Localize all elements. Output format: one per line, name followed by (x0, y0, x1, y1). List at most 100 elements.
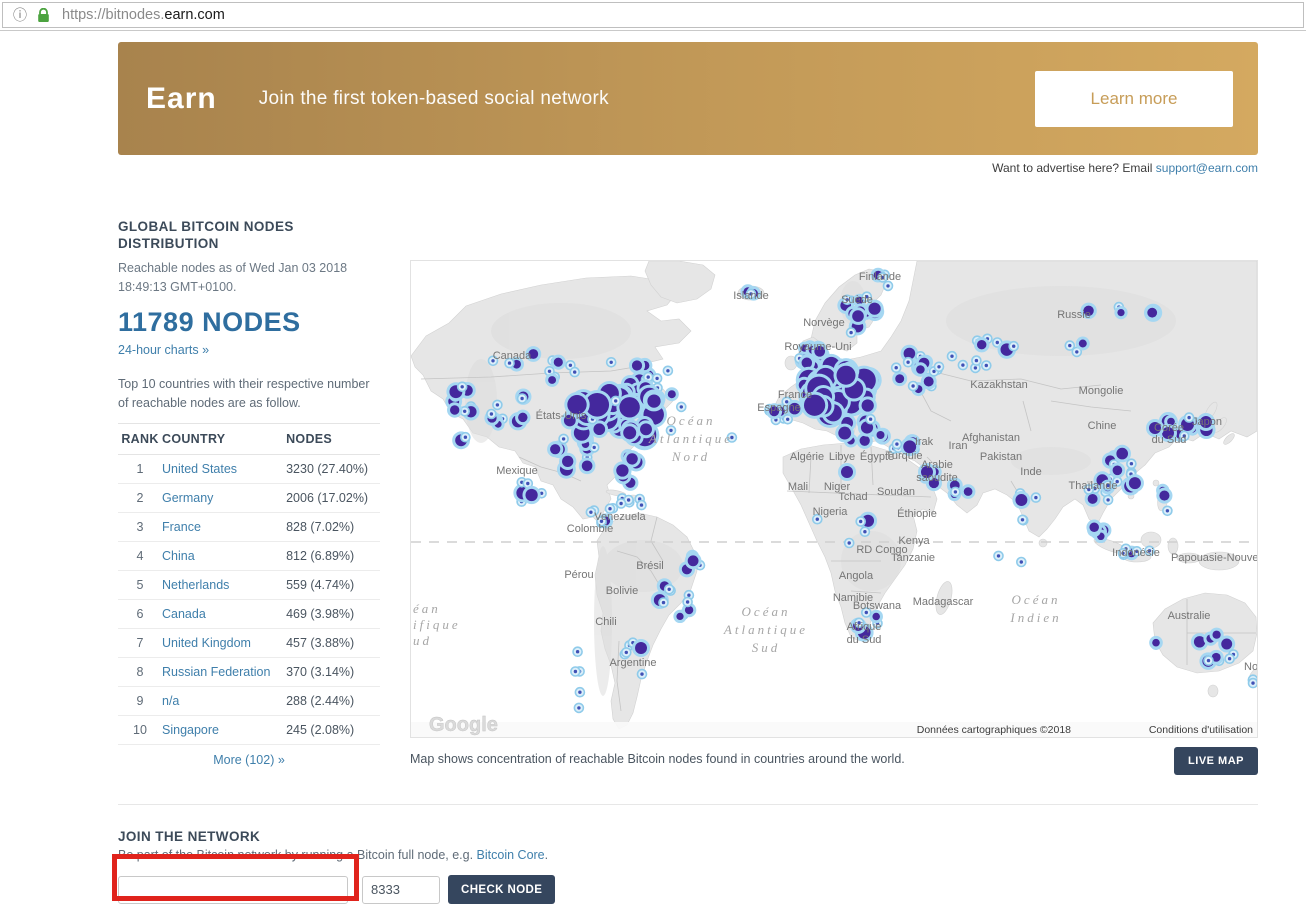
svg-text:Égypte: Égypte (860, 450, 894, 463)
svg-text:Atlantique: Atlantique (648, 431, 733, 446)
bitcoin-core-link[interactable]: Bitcoin Core (477, 848, 545, 862)
table-header-country: COUNTRY (162, 424, 286, 455)
svg-text:Chili: Chili (595, 616, 616, 628)
check-node-button[interactable]: CHECK NODE (448, 875, 555, 904)
svg-text:Nord: Nord (671, 449, 710, 464)
svg-text:Pérou: Pérou (564, 569, 593, 581)
join-network-subtitle: Be part of the Bitcoin network by runnin… (118, 848, 1258, 862)
rank-cell: 10 (118, 716, 162, 745)
svg-text:Kazakhstan: Kazakhstan (970, 379, 1027, 391)
url-bar[interactable]: ⓘ https://bitnodes.earn.com (2, 2, 1304, 28)
advertise-email-link[interactable]: support@earn.com (1156, 161, 1258, 175)
reachable-subtitle: Reachable nodes as of Wed Jan 03 2018 18… (118, 259, 380, 297)
table-row: 10Singapore245 (2.08%) (118, 716, 380, 745)
url-text: https://bitnodes.earn.com (62, 7, 225, 23)
nodes-cell: 469 (3.98%) (286, 600, 380, 629)
svg-text:Arabie: Arabie (921, 459, 953, 471)
svg-text:Indonésie: Indonésie (1112, 547, 1160, 559)
table-header-nodes: NODES (286, 424, 380, 455)
country-link[interactable]: Netherlands (162, 578, 229, 592)
check-node-form: CHECK NODE (118, 875, 1258, 904)
country-link[interactable]: United Kingdom (162, 636, 251, 650)
country-link[interactable]: n/a (162, 694, 179, 708)
country-link[interactable]: China (162, 549, 195, 563)
svg-text:Mongolie: Mongolie (1079, 385, 1124, 397)
node-port-input[interactable] (362, 876, 440, 904)
svg-text:saoudite: saoudite (916, 472, 958, 484)
top-countries-table: RANKCOUNTRYNODES 1United States3230 (27.… (118, 423, 380, 745)
table-row: 2Germany2006 (17.02%) (118, 484, 380, 513)
rank-cell: 1 (118, 455, 162, 484)
svg-text:Papouasie-Nouvelle-G: Papouasie-Nouvelle-G (1171, 552, 1257, 564)
info-icon[interactable]: ⓘ (13, 5, 27, 25)
svg-text:Tanzanie: Tanzanie (891, 552, 935, 564)
table-row: 1United States3230 (27.40%) (118, 455, 380, 484)
svg-text:Colombie: Colombie (567, 523, 613, 535)
node-address-input[interactable] (118, 876, 348, 904)
map-caption: Map shows concentration of reachable Bit… (410, 747, 905, 766)
join-subtitle-text: Be part of the Bitcoin network by runnin… (118, 848, 477, 862)
rank-cell: 4 (118, 542, 162, 571)
table-row: 3France828 (7.02%) (118, 513, 380, 542)
country-link[interactable]: Singapore (162, 723, 219, 737)
svg-text:Chine: Chine (1088, 420, 1117, 432)
country-cell: United Kingdom (162, 629, 286, 658)
country-cell: Germany (162, 484, 286, 513)
svg-text:éan: éan (413, 601, 441, 616)
svg-text:Afrique: Afrique (847, 621, 882, 633)
banner-tagline: Join the first token-based social networ… (259, 88, 609, 110)
advertise-text: Want to advertise here? Email (992, 161, 1156, 175)
country-cell: n/a (162, 687, 286, 716)
earn-banner-ad[interactable]: Earn Join the first token-based social n… (118, 42, 1258, 155)
svg-text:Nou: Nou (1244, 661, 1257, 673)
svg-text:Libye: Libye (829, 451, 855, 463)
map-terms-link[interactable]: Conditions d'utilisation (1149, 724, 1253, 736)
svg-text:Argentine: Argentine (609, 657, 656, 669)
country-link[interactable]: Canada (162, 607, 206, 621)
learn-more-button[interactable]: Learn more (1035, 71, 1233, 127)
more-link[interactable]: More (102) » (118, 753, 380, 767)
country-cell: Singapore (162, 716, 286, 745)
nodes-cell: 812 (6.89%) (286, 542, 380, 571)
rank-cell: 8 (118, 658, 162, 687)
browser-chrome: ⓘ https://bitnodes.earn.com (0, 0, 1306, 31)
lock-icon[interactable] (37, 8, 50, 23)
rank-cell: 9 (118, 687, 162, 716)
country-cell: United States (162, 455, 286, 484)
country-cell: France (162, 513, 286, 542)
join-subtitle-period: . (545, 848, 548, 862)
svg-text:Espagne: Espagne (757, 402, 800, 414)
page-title: GLOBAL BITCOIN NODES DISTRIBUTION (118, 218, 380, 252)
charts-link[interactable]: 24-hour charts » (118, 343, 209, 357)
map-data-attribution: Données cartographiques ©2018 (917, 724, 1071, 736)
country-cell: Russian Federation (162, 658, 286, 687)
table-row: 4China 812 (6.89%) (118, 542, 380, 571)
node-count: 11789 NODES (118, 307, 380, 338)
svg-text:France: France (778, 389, 812, 401)
svg-text:Soudan: Soudan (877, 486, 915, 498)
country-link[interactable]: France (162, 520, 201, 534)
nodes-cell: 288 (2.44%) (286, 687, 380, 716)
svg-text:Thaïlande: Thaïlande (1069, 480, 1118, 492)
svg-text:Nigeria: Nigeria (813, 506, 849, 518)
svg-text:Inde: Inde (1020, 466, 1041, 478)
country-cell: China (162, 542, 286, 571)
google-watermark: Google (429, 714, 498, 736)
world-map[interactable]: IslandeCanadaÉtats-UnisMexiqueVenezuelaC… (410, 260, 1258, 738)
section-divider (118, 804, 1258, 805)
svg-text:ifique: ifique (413, 617, 461, 632)
svg-text:Irak: Irak (915, 436, 934, 448)
country-link[interactable]: United States (162, 462, 237, 476)
country-link[interactable]: Germany (162, 491, 213, 505)
svg-text:Tchad: Tchad (838, 491, 867, 503)
svg-text:Botswana: Botswana (853, 600, 902, 612)
svg-text:Suède: Suède (841, 294, 873, 306)
rank-cell: 5 (118, 571, 162, 600)
earn-logo: Earn (146, 82, 217, 116)
nodes-cell: 370 (3.14%) (286, 658, 380, 687)
nodes-cell: 457 (3.88%) (286, 629, 380, 658)
live-map-button[interactable]: LIVE MAP (1174, 747, 1258, 775)
nodes-cell: 2006 (17.02%) (286, 484, 380, 513)
stats-panel: GLOBAL BITCOIN NODES DISTRIBUTION Reacha… (118, 218, 380, 775)
country-link[interactable]: Russian Federation (162, 665, 270, 679)
